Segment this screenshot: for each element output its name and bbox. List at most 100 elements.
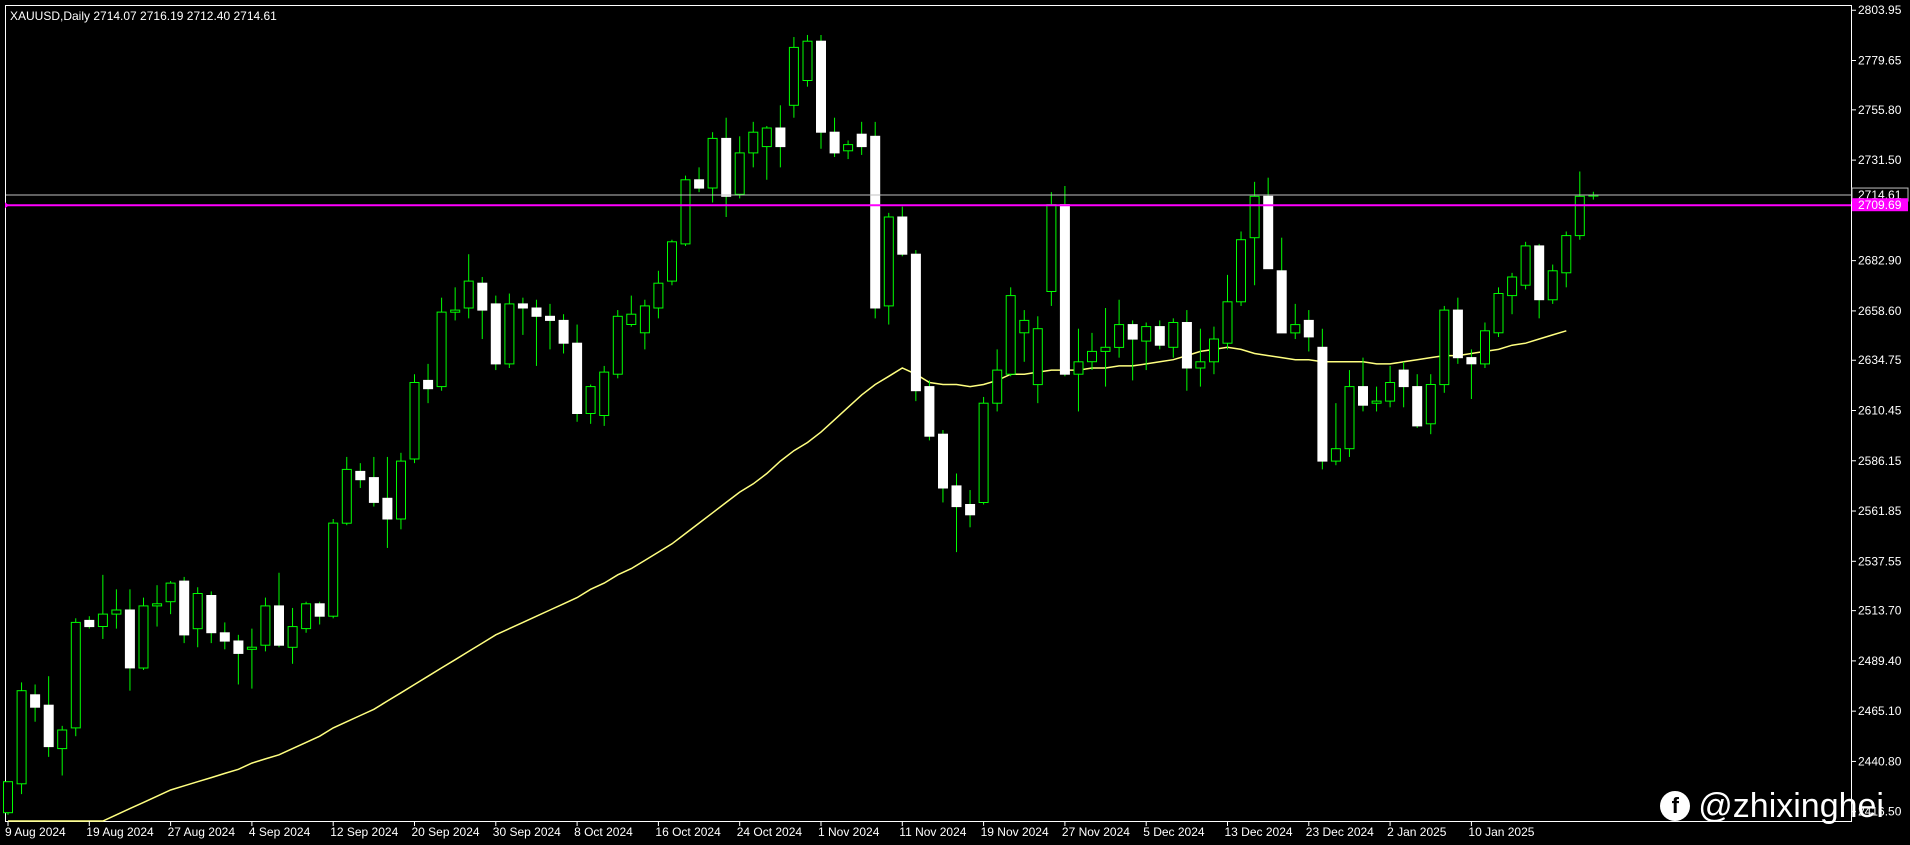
candle-body-bull <box>748 131 759 154</box>
candle-body-bull <box>653 282 664 309</box>
candle-body-bear <box>423 379 434 390</box>
candle-body-bear <box>1263 195 1274 270</box>
candle-body-bull <box>246 646 257 650</box>
candle-body-bull <box>1073 361 1084 375</box>
y-tick-label: 2634.75 <box>1858 353 1902 367</box>
candle <box>788 37 799 118</box>
x-tick-label: 10 Jan 2025 <box>1468 825 1534 839</box>
candle <box>910 250 921 402</box>
candle-body-bull <box>328 522 339 617</box>
candle-body-bull <box>1385 382 1396 402</box>
candle-body-bull <box>287 626 298 648</box>
x-tick-label: 20 Sep 2024 <box>412 825 480 839</box>
symbol-info: XAUUSD,Daily 2714.07 2716.19 2712.40 271… <box>10 9 277 23</box>
x-tick-label: 30 Sep 2024 <box>493 825 561 839</box>
x-tick-label: 24 Oct 2024 <box>737 825 803 839</box>
candle <box>1005 287 1016 377</box>
candle-body-bear <box>124 609 135 669</box>
candle-body-bull <box>450 309 461 313</box>
candle-body-bear <box>938 433 948 489</box>
candle-body-bull <box>1249 195 1260 239</box>
candle-body-bull <box>1574 195 1585 237</box>
candle-body-bear <box>1466 357 1477 365</box>
candle-body-bull <box>843 144 854 152</box>
x-tick-label: 19 Aug 2024 <box>86 825 154 839</box>
x-tick-label: 13 Dec 2024 <box>1225 825 1293 839</box>
candle <box>1236 231 1246 306</box>
candle <box>504 293 515 368</box>
candle-body-bear <box>1154 326 1165 346</box>
candle-body-bull <box>341 468 352 524</box>
candle <box>1493 287 1504 337</box>
candle <box>138 597 149 670</box>
x-tick-label: 27 Nov 2024 <box>1062 825 1130 839</box>
candle-body-bull <box>788 46 799 106</box>
candle-body-bull <box>1344 386 1355 450</box>
candle <box>924 380 935 441</box>
candle-body-bull <box>504 303 515 365</box>
candle-body-bear <box>1452 309 1463 359</box>
candle <box>1439 305 1450 393</box>
y-tick-label: 2610.45 <box>1858 404 1902 418</box>
candle-body-bull <box>1046 204 1057 293</box>
candle-body-bull <box>1425 384 1436 425</box>
candle <box>179 576 190 644</box>
x-tick-label: 11 Nov 2024 <box>899 825 966 839</box>
y-tick-label: 2731.50 <box>1858 153 1902 167</box>
candle-body-bear <box>1276 270 1287 334</box>
candle-body-bull <box>1222 301 1233 344</box>
candle-body-bull <box>1236 239 1246 303</box>
candle-body-bull <box>463 280 474 309</box>
candle-body-bull <box>152 603 163 607</box>
candle-body-bull <box>1141 326 1152 342</box>
candle-body-bull <box>97 613 108 627</box>
candle-body-bear <box>382 497 393 520</box>
candle-body-bear <box>775 127 786 148</box>
candle-body-bull <box>978 402 989 504</box>
candle-body-bull <box>1520 245 1531 286</box>
candle-body-bull <box>626 313 637 326</box>
candle-body-bear <box>910 253 921 392</box>
candle <box>260 597 271 652</box>
candle <box>436 297 447 391</box>
candle-body-bull <box>667 241 677 282</box>
watermark: f @zhixinghei <box>1660 789 1884 823</box>
x-tick-label: 16 Oct 2024 <box>655 825 721 839</box>
candle-body-bear <box>829 131 840 154</box>
candle-body-bear <box>531 307 542 317</box>
candle-body-bear <box>1412 386 1423 427</box>
candle-body-bull <box>396 460 406 520</box>
x-tick-label: 2 Jan 2025 <box>1387 825 1447 839</box>
candle-body-bull <box>3 781 13 814</box>
candle-body-bear <box>1398 369 1409 388</box>
candle-body-bull <box>1168 322 1179 348</box>
candle-body-bull <box>1005 295 1016 375</box>
price-chart[interactable]: 2803.95 2779.65 2755.80 2731.50 2682.90 2658.… <box>0 0 1910 845</box>
candle-body-bear <box>721 137 732 197</box>
candle-body-bull <box>301 603 312 630</box>
x-tick-label: 19 Nov 2024 <box>981 825 1049 839</box>
watermark-handle: @zhixinghei <box>1698 787 1884 825</box>
x-tick-label: 9 Aug 2024 <box>5 825 66 839</box>
candle-body-bull <box>1561 235 1572 274</box>
y-tick-label: 2803.95 <box>1858 3 1902 17</box>
candle <box>396 452 406 530</box>
candle <box>3 781 13 815</box>
candle-body-bear <box>84 619 95 628</box>
candle <box>1520 241 1531 290</box>
candle <box>301 601 312 633</box>
candle-body-bear <box>694 179 705 189</box>
y-tick-label: 2779.65 <box>1858 54 1902 68</box>
alert-price-label[interactable]: 2709.69 <box>1858 198 1902 212</box>
x-tick-label: 8 Oct 2024 <box>574 825 633 839</box>
candle-body-bull <box>802 40 813 81</box>
candle-body-bear <box>558 319 569 344</box>
candle-body-bull <box>1195 361 1206 369</box>
candle <box>978 396 989 505</box>
candle-body-bull <box>1100 346 1111 352</box>
alert-price-tag[interactable]: 2709.69 <box>1852 198 1908 212</box>
x-tick-label: 4 Sep 2024 <box>249 825 311 839</box>
candle-body-bear <box>1127 324 1138 340</box>
candle-body-bear <box>545 315 555 321</box>
x-tick-label: 23 Dec 2024 <box>1306 825 1374 839</box>
